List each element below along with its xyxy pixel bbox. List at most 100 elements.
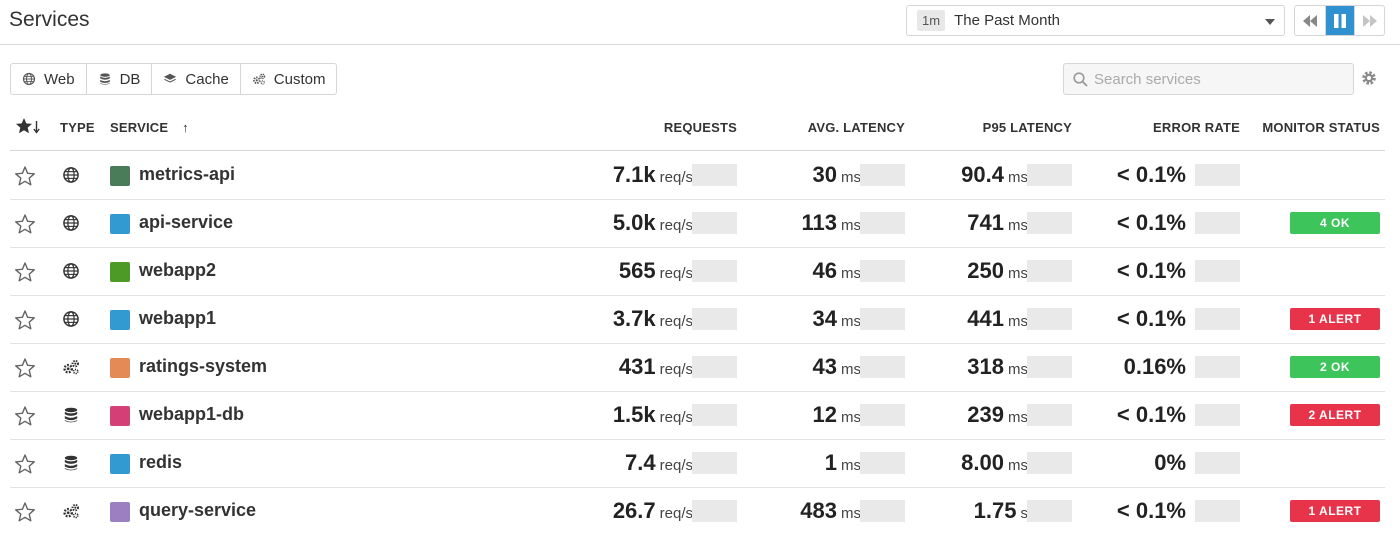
- error-rate-sparkline: [1195, 356, 1240, 378]
- p95-sparkline: [1027, 452, 1072, 474]
- forward-button[interactable]: [1354, 6, 1384, 35]
- col-avg-latency[interactable]: AVG. LATENCY: [808, 120, 905, 135]
- monitor-status-badge[interactable]: 2 OK: [1290, 356, 1380, 378]
- p95-number: 741: [967, 210, 1004, 235]
- requests-unit: req/s: [659, 457, 693, 474]
- table-row[interactable]: webapp1 3.7k req/s 34 ms 441 ms < 0.1% 1 ALERT: [10, 296, 1385, 344]
- filter-cache-button[interactable]: Cache: [151, 64, 239, 94]
- page-title: Services: [9, 8, 90, 31]
- monitor-status-badge[interactable]: 2 ALERT: [1290, 404, 1380, 426]
- avg-sparkline: [860, 500, 905, 522]
- avg-value: 34 ms: [813, 306, 861, 332]
- p95-unit: ms: [1008, 361, 1028, 378]
- avg-number: 46: [812, 258, 837, 283]
- table-row[interactable]: ratings-system 431 req/s 43 ms 318 ms 0.16% 2 OK: [10, 344, 1385, 392]
- globe-icon: [63, 167, 79, 183]
- col-p95-latency[interactable]: P95 LATENCY: [983, 120, 1072, 135]
- favorite-sort-header[interactable]: [15, 117, 41, 138]
- star-icon[interactable]: [14, 261, 36, 283]
- table-row[interactable]: metrics-api 7.1k req/s 30 ms 90.4 ms < 0.1%: [10, 152, 1385, 200]
- service-name-link[interactable]: ratings-system: [139, 356, 267, 377]
- search-input[interactable]: [1094, 70, 1334, 88]
- error-rate-number: < 0.1%: [1116, 402, 1186, 427]
- error-rate-number: < 0.1%: [1116, 498, 1186, 523]
- star-icon[interactable]: [14, 357, 36, 379]
- requests-number: 1.5k: [612, 402, 656, 427]
- service-type-icon: [62, 358, 80, 376]
- rewind-button[interactable]: [1295, 6, 1325, 35]
- error-rate-number: < 0.1%: [1116, 210, 1186, 235]
- requests-value: 7.1k req/s: [613, 162, 693, 188]
- table-header: TYPE SERVICE ↑ REQUESTS AVG. LATENCY P95…: [10, 105, 1385, 151]
- error-rate-sparkline: [1195, 260, 1240, 282]
- avg-number: 30: [812, 162, 837, 187]
- error-rate-value: < 0.1%: [1117, 210, 1186, 236]
- p95-sparkline: [1027, 404, 1072, 426]
- avg-number: 43: [812, 354, 837, 379]
- error-rate-sparkline: [1195, 308, 1240, 330]
- service-name-link[interactable]: metrics-api: [139, 164, 235, 185]
- services-table-body: metrics-api 7.1k req/s 30 ms 90.4 ms < 0.1% api-…: [10, 152, 1385, 534]
- filter-label: Custom: [273, 70, 326, 88]
- service-type-icon: [62, 262, 80, 280]
- avg-sparkline: [860, 404, 905, 426]
- table-row[interactable]: webapp1-db 1.5k req/s 12 ms 239 ms < 0.1% 2 ALER…: [10, 392, 1385, 440]
- pause-icon: [1333, 13, 1346, 28]
- rewind-icon: [1302, 14, 1317, 27]
- monitor-status-badge[interactable]: 1 ALERT: [1290, 308, 1380, 330]
- service-name-link[interactable]: webapp1: [139, 308, 216, 329]
- service-name-link[interactable]: redis: [139, 452, 182, 473]
- monitor-status-badge[interactable]: 4 OK: [1290, 212, 1380, 234]
- service-color-swatch: [110, 214, 130, 234]
- service-color-swatch: [110, 502, 130, 522]
- col-requests[interactable]: REQUESTS: [664, 120, 737, 135]
- filter-custom-button[interactable]: Custom: [239, 64, 337, 94]
- requests-sparkline: [692, 212, 737, 234]
- error-rate-number: 0.16%: [1123, 354, 1186, 379]
- col-monitor-status[interactable]: MONITOR STATUS: [1262, 120, 1380, 135]
- search-box[interactable]: [1063, 63, 1354, 95]
- p95-unit: ms: [1008, 457, 1028, 474]
- p95-unit: ms: [1008, 169, 1028, 186]
- star-icon[interactable]: [14, 213, 36, 235]
- avg-unit: ms: [841, 409, 861, 426]
- service-name-link[interactable]: api-service: [139, 212, 233, 233]
- requests-value: 565 req/s: [619, 258, 693, 284]
- star-icon[interactable]: [14, 309, 36, 331]
- star-icon[interactable]: [14, 405, 36, 427]
- service-color-swatch: [110, 166, 130, 186]
- p95-sparkline: [1027, 308, 1072, 330]
- col-error-rate[interactable]: ERROR RATE: [1153, 120, 1240, 135]
- filter-db-button[interactable]: DB: [85, 64, 152, 94]
- p95-value: 239 ms: [967, 402, 1028, 428]
- error-rate-number: 0%: [1154, 450, 1186, 475]
- avg-number: 483: [800, 498, 837, 523]
- avg-sparkline: [860, 308, 905, 330]
- table-row[interactable]: redis 7.4 req/s 1 ms 8.00 ms 0%: [10, 440, 1385, 488]
- table-row[interactable]: api-service 5.0k req/s 113 ms 741 ms < 0.1% 4 OK: [10, 200, 1385, 248]
- gear-icon[interactable]: [1360, 69, 1378, 87]
- star-icon[interactable]: [14, 501, 36, 523]
- col-service[interactable]: SERVICE ↑: [110, 120, 189, 135]
- filter-web-button[interactable]: Web: [11, 64, 86, 94]
- top-bar: Services 1m The Past Month: [0, 0, 1400, 45]
- timeframe-selector[interactable]: 1m The Past Month: [906, 5, 1285, 36]
- table-row[interactable]: query-service 26.7 req/s 483 ms 1.75 s < 0.1% 1 …: [10, 488, 1385, 534]
- service-name-link[interactable]: query-service: [139, 500, 256, 521]
- service-name-link[interactable]: webapp1-db: [139, 404, 244, 425]
- service-name-link[interactable]: webapp2: [139, 260, 216, 281]
- service-type-icon: [62, 166, 80, 184]
- gears-icon: [63, 359, 80, 375]
- star-icon[interactable]: [14, 453, 36, 475]
- table-row[interactable]: webapp2 565 req/s 46 ms 250 ms < 0.1%: [10, 248, 1385, 296]
- pause-button[interactable]: [1324, 6, 1355, 35]
- star-icon[interactable]: [14, 165, 36, 187]
- requests-unit: req/s: [659, 265, 693, 282]
- database-icon: [99, 73, 110, 85]
- service-color-swatch: [110, 262, 130, 282]
- requests-unit: req/s: [659, 409, 693, 426]
- requests-number: 3.7k: [612, 306, 656, 331]
- avg-sparkline: [860, 356, 905, 378]
- monitor-status-badge[interactable]: 1 ALERT: [1290, 500, 1380, 522]
- col-type[interactable]: TYPE: [60, 120, 95, 135]
